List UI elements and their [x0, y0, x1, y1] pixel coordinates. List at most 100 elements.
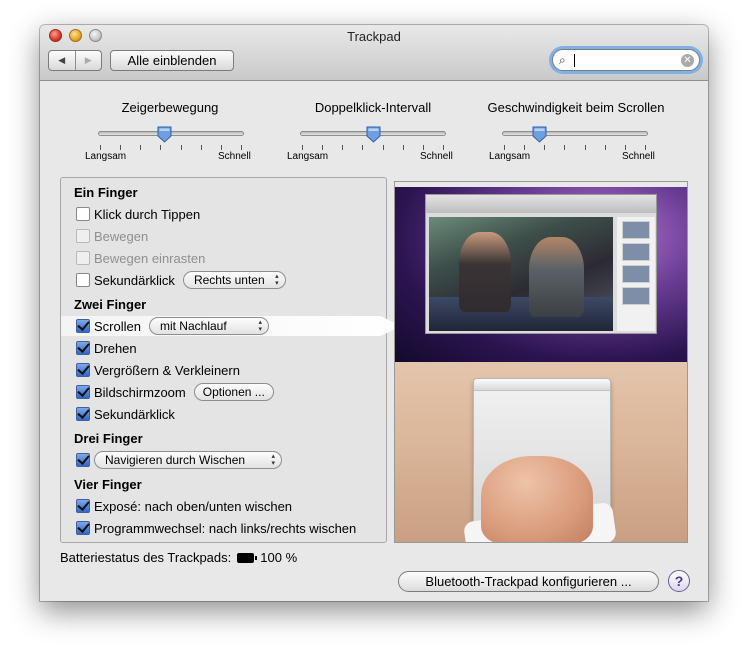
slider-tick: [645, 145, 646, 150]
preview-thumbnails: [617, 217, 655, 331]
pinch-zoom-checkbox[interactable]: [76, 363, 90, 377]
help-button[interactable]: ?: [668, 570, 690, 592]
slider-tick: [564, 145, 565, 150]
preview-app-window: [425, 194, 657, 334]
option-pinch-zoom[interactable]: Vergrößern & Verkleinern: [76, 360, 240, 380]
screen-zoom-options-button[interactable]: Optionen ...: [193, 383, 274, 401]
preview-hand: [481, 456, 593, 542]
slider-tick: [181, 145, 182, 150]
option-rotate[interactable]: Drehen: [76, 338, 137, 358]
slider-label-scroll-speed: Geschwindigkeit beim Scrollen: [487, 100, 665, 115]
battery-icon: [237, 552, 258, 563]
scroll-label: Scrollen: [94, 318, 141, 334]
one-finger-secondary-click-label: Sekundärklick: [94, 272, 175, 288]
back-arrow-icon[interactable]: ◀: [49, 51, 76, 70]
drag-lock-checkbox: [76, 251, 90, 265]
slider-tick: [201, 145, 202, 150]
slider-tick: [100, 145, 101, 150]
slider-tick: [423, 145, 424, 150]
window-title: Trackpad: [347, 29, 401, 44]
slider-max-label-double-click: Schnell: [420, 151, 453, 162]
window-toolbar: Trackpad ◀ ▶ Alle einblenden ⌕ ✕: [40, 25, 708, 81]
one-finger-secondary-click-checkbox[interactable]: [76, 273, 90, 287]
slider-tick: [524, 145, 525, 150]
photo-person-left: [459, 232, 511, 312]
preview-menubar: [395, 182, 687, 187]
slider-tick: [362, 145, 363, 150]
option-expose[interactable]: Exposé: nach oben/unten wischen: [76, 496, 292, 516]
option-three-finger-swipe[interactable]: Navigieren durch Wischen: [76, 450, 282, 470]
preview-screen: [395, 182, 687, 362]
photo-person-right: [529, 237, 584, 317]
section-four-fingers: Vier Finger: [74, 477, 142, 492]
gesture-preview-video: [394, 181, 688, 543]
three-finger-swipe-checkbox[interactable]: [76, 453, 90, 467]
drag-checkbox: [76, 229, 90, 243]
slider-tick: [625, 145, 626, 150]
slider-tick: [160, 145, 161, 150]
drag-label: Bewegen: [94, 228, 149, 244]
scroll-checkbox[interactable]: [76, 319, 90, 333]
slider-tick: [342, 145, 343, 150]
thumbnail: [622, 265, 650, 283]
tap-to-click-checkbox[interactable]: [76, 207, 90, 221]
secondary-click-position-popup[interactable]: Rechts unten: [182, 271, 286, 289]
thumbnail: [622, 243, 650, 261]
option-scroll[interactable]: Scrollen mit Nachlauf: [76, 316, 269, 336]
screen-zoom-label: Bildschirmzoom: [94, 384, 186, 400]
slider-knob-tracking[interactable]: [157, 126, 172, 143]
slider-tick: [302, 145, 303, 150]
text-caret: [574, 54, 575, 67]
slider-label-double-click: Doppelklick-Intervall: [314, 100, 432, 115]
battery-status: Batteriestatus des Trackpads: 100 %: [60, 550, 297, 565]
option-two-finger-secondary-click[interactable]: Sekundärklick: [76, 404, 175, 424]
option-tap-to-click[interactable]: Klick durch Tippen: [76, 204, 200, 224]
two-finger-secondary-click-label: Sekundärklick: [94, 406, 175, 422]
tap-to-click-label: Klick durch Tippen: [94, 206, 201, 222]
search-field[interactable]: ⌕ ✕: [552, 49, 700, 71]
search-icon: ⌕: [559, 53, 566, 67]
section-three-fingers: Drei Finger: [74, 431, 143, 446]
slider-tick: [403, 145, 404, 150]
two-finger-secondary-click-checkbox[interactable]: [76, 407, 90, 421]
scroll-momentum-popup[interactable]: mit Nachlauf: [148, 317, 269, 335]
gesture-panel: Ein Finger Klick durch Tippen Bewegen Be…: [60, 177, 401, 543]
photo-boat: [429, 297, 613, 331]
drag-lock-label: Bewegen einrasten: [94, 250, 206, 266]
configure-bluetooth-trackpad-button[interactable]: Bluetooth-Trackpad konfigurieren ...: [398, 571, 659, 592]
show-all-button[interactable]: Alle einblenden: [110, 50, 234, 71]
section-one-finger: Ein Finger: [74, 185, 138, 200]
slider-tick: [120, 145, 121, 150]
rotate-label: Drehen: [94, 340, 137, 356]
slider-min-label-scroll-speed: Langsam: [489, 151, 531, 162]
slider-track-scroll-speed[interactable]: [502, 131, 648, 136]
option-one-finger-secondary-click[interactable]: Sekundärklick Rechts unten: [76, 270, 286, 290]
slider-max-label-tracking: Schnell: [218, 151, 251, 162]
slider-label-tracking: Zeigerbewegung: [121, 100, 219, 115]
option-app-switch[interactable]: Programmwechsel: nach links/rechts wisch…: [76, 518, 356, 538]
pinch-zoom-label: Vergrößern & Verkleinern: [94, 362, 240, 378]
screen-zoom-checkbox[interactable]: [76, 385, 90, 399]
option-drag-lock: Bewegen einrasten: [76, 248, 205, 268]
slider-tick: [504, 145, 505, 150]
thumbnail: [622, 287, 650, 305]
slider-knob-scroll-speed[interactable]: [532, 126, 547, 143]
battery-label: Batteriestatus des Trackpads:: [60, 550, 232, 565]
expose-checkbox[interactable]: [76, 499, 90, 513]
preview-photo: [429, 217, 613, 331]
slider-max-label-scroll-speed: Schnell: [622, 151, 655, 162]
slider-tick: [605, 145, 606, 150]
app-switch-label: Programmwechsel: nach links/rechts wisch…: [94, 520, 357, 536]
clear-search-icon[interactable]: ✕: [681, 54, 694, 67]
forward-arrow-icon[interactable]: ▶: [76, 51, 102, 70]
section-two-fingers: Zwei Finger: [74, 297, 147, 312]
option-screen-zoom[interactable]: Bildschirmzoom Optionen ...: [76, 382, 274, 402]
trackpad-rim: [474, 379, 610, 391]
slider-tick: [140, 145, 141, 150]
three-finger-swipe-popup[interactable]: Navigieren durch Wischen: [94, 451, 282, 469]
rotate-checkbox[interactable]: [76, 341, 90, 355]
slider-tick: [241, 145, 242, 150]
app-switch-checkbox[interactable]: [76, 521, 90, 535]
slider-knob-double-click[interactable]: [366, 126, 381, 143]
slider-tick: [585, 145, 586, 150]
